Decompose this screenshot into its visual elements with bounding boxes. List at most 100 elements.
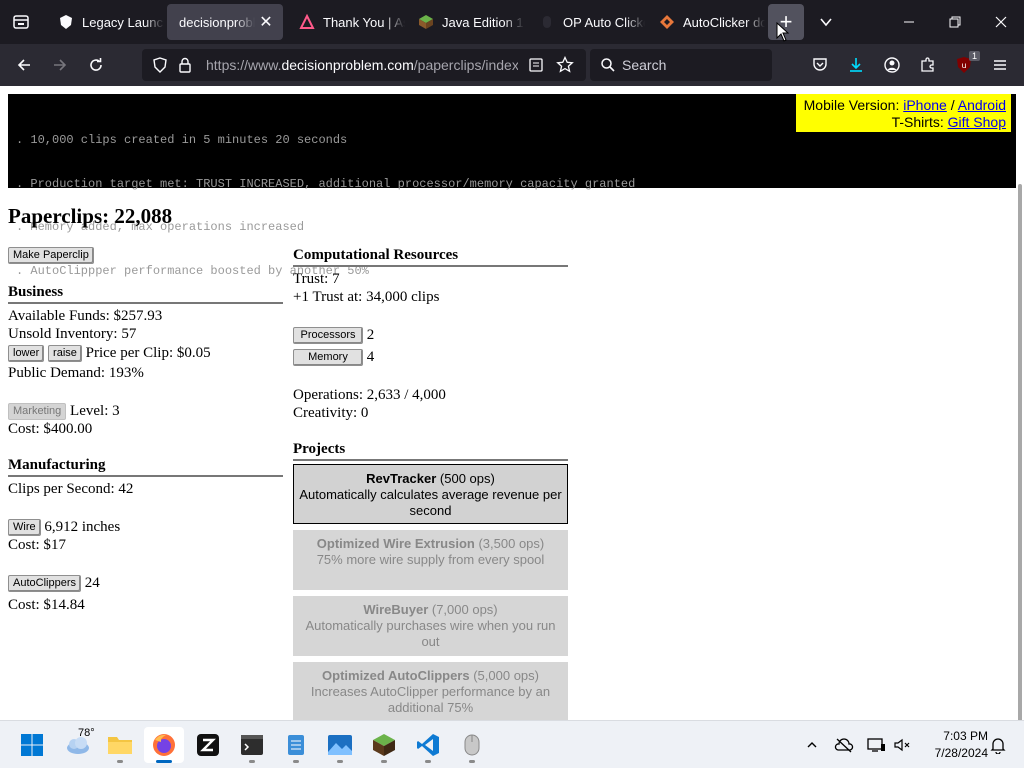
raise-price-button[interactable]: raise bbox=[48, 345, 82, 363]
console-line: . Production target met: TRUST INCREASED… bbox=[16, 176, 636, 191]
notepad-icon bbox=[288, 735, 304, 755]
project-optimized-autoclippers[interactable]: Optimized AutoClippers (5,000 ops) Incre… bbox=[293, 662, 568, 720]
page-scrollbar[interactable] bbox=[1018, 184, 1022, 720]
manufacturing-heading: Manufacturing bbox=[8, 456, 283, 477]
lock-icon[interactable] bbox=[178, 57, 192, 73]
tracking-protection-shield-icon[interactable] bbox=[152, 57, 168, 73]
clock[interactable]: 7:03 PM 7/28/2024 bbox=[918, 728, 988, 762]
autoclicker-taskbar-button[interactable] bbox=[452, 727, 492, 763]
android-link[interactable]: Android bbox=[958, 97, 1006, 113]
project-cost: (5,000 ops) bbox=[473, 668, 539, 683]
iphone-link[interactable]: iPhone bbox=[903, 97, 947, 113]
clock-time: 7:03 PM bbox=[943, 729, 988, 743]
firefox-view-icon[interactable] bbox=[0, 0, 42, 44]
back-button[interactable] bbox=[8, 49, 40, 81]
price-label: Price per Clip: $ bbox=[85, 345, 185, 361]
lower-price-button[interactable]: lower bbox=[8, 345, 45, 363]
project-name: RevTracker bbox=[366, 471, 437, 486]
weather-widget[interactable]: 78° bbox=[56, 727, 100, 763]
minimize-button[interactable] bbox=[886, 0, 932, 44]
project-name: WireBuyer bbox=[363, 602, 429, 617]
autoclippers-count: 24 bbox=[84, 575, 100, 591]
creativity-value: 0 bbox=[360, 405, 369, 421]
address-bar[interactable]: https://www.decisionproblem.com/papercli… bbox=[142, 49, 586, 81]
minecraft-icon bbox=[418, 14, 434, 30]
cloud-offline-icon bbox=[834, 738, 854, 753]
zed-taskbar-button[interactable] bbox=[188, 727, 228, 763]
notepad-taskbar-button[interactable] bbox=[276, 727, 316, 763]
minecraft-launcher-icon bbox=[373, 734, 395, 756]
mouse-cursor-icon bbox=[776, 22, 790, 42]
forward-button[interactable] bbox=[44, 49, 76, 81]
cps-label: Clips per Second: bbox=[8, 481, 115, 497]
project-revtracker[interactable]: RevTracker (500 ops) Automatically calcu… bbox=[293, 464, 568, 524]
project-name: Optimized Wire Extrusion bbox=[316, 536, 475, 551]
console-log: . 10,000 clips created in 5 minutes 20 s… bbox=[8, 94, 1016, 321]
downloads-button[interactable] bbox=[840, 49, 872, 81]
creativity-label: Creativity: bbox=[293, 405, 358, 421]
autoclippers-button[interactable]: AutoClippers bbox=[8, 575, 81, 593]
windows-logo-icon bbox=[21, 734, 43, 756]
project-optimized-wire-extrusion[interactable]: Optimized Wire Extrusion (3,500 ops) 75%… bbox=[293, 530, 568, 590]
photos-taskbar-button[interactable] bbox=[320, 727, 360, 763]
close-icon bbox=[995, 16, 1007, 28]
close-tab-icon[interactable]: ✕ bbox=[257, 13, 275, 31]
tab-op-auto-clicker[interactable]: OP Auto Clicker bbox=[527, 4, 645, 40]
processors-button[interactable]: Processors bbox=[293, 327, 363, 345]
list-all-tabs-button[interactable] bbox=[810, 4, 842, 40]
onedrive-button[interactable] bbox=[832, 733, 856, 757]
make-paperclip-button[interactable]: Make Paperclip bbox=[8, 247, 94, 265]
search-bar[interactable]: Search bbox=[590, 49, 772, 81]
start-button[interactable] bbox=[12, 727, 52, 763]
close-window-button[interactable] bbox=[978, 0, 1024, 44]
next-trust-label: +1 Trust at: bbox=[293, 289, 363, 305]
project-wirebuyer[interactable]: WireBuyer (7,000 ops) Automatically purc… bbox=[293, 596, 568, 656]
file-explorer-button[interactable] bbox=[100, 727, 140, 763]
demand-label: Public Demand: bbox=[8, 365, 106, 381]
volume-button[interactable] bbox=[890, 733, 914, 757]
operations-value: 2,633 / 4,000 bbox=[366, 387, 446, 403]
app-menu-button[interactable] bbox=[984, 49, 1016, 81]
ublock-button[interactable]: u 1 bbox=[948, 49, 980, 81]
tab-legacy-launcher[interactable]: Legacy Launcher bbox=[46, 4, 164, 40]
inventory-label: Unsold Inventory: bbox=[8, 326, 118, 342]
download-icon bbox=[850, 58, 862, 72]
wire-cost-label: Cost: $ bbox=[8, 537, 51, 553]
gift-shop-link[interactable]: Gift Shop bbox=[948, 114, 1006, 130]
tshirts-label: T-Shirts: bbox=[891, 114, 944, 130]
arrow-right-icon bbox=[54, 59, 67, 71]
tab-decisionproblem[interactable]: decisionproblem.com ✕ bbox=[167, 4, 283, 40]
terminal-taskbar-button[interactable] bbox=[232, 727, 272, 763]
tab-autoclicker-download[interactable]: AutoClicker download bbox=[647, 4, 765, 40]
network-button[interactable] bbox=[864, 733, 888, 757]
z-app-icon bbox=[197, 734, 219, 756]
tab-java-edition[interactable]: Java Edition 1.20 bbox=[406, 4, 524, 40]
extensions-button[interactable] bbox=[912, 49, 944, 81]
notifications-button[interactable] bbox=[986, 733, 1010, 757]
minimize-icon bbox=[904, 21, 914, 23]
account-button[interactable] bbox=[876, 49, 908, 81]
marketing-button[interactable]: Marketing bbox=[8, 403, 67, 421]
bookmark-star-icon[interactable] bbox=[556, 56, 574, 74]
restore-icon bbox=[949, 16, 961, 28]
funds-value: 257.93 bbox=[121, 308, 163, 324]
reader-view-icon[interactable] bbox=[528, 57, 544, 73]
memory-button[interactable]: Memory bbox=[293, 349, 363, 367]
reload-button[interactable] bbox=[80, 49, 112, 81]
firefox-icon bbox=[153, 734, 175, 756]
operations-label: Operations: bbox=[293, 387, 363, 403]
svg-text:u: u bbox=[961, 61, 966, 70]
restore-button[interactable] bbox=[932, 0, 978, 44]
show-hidden-icons-button[interactable] bbox=[800, 733, 824, 757]
price-value: 0.05 bbox=[184, 345, 211, 361]
photos-icon bbox=[328, 735, 352, 755]
arrow-left-icon bbox=[17, 59, 30, 71]
trust-label: Trust: bbox=[293, 271, 329, 287]
firefox-taskbar-button[interactable] bbox=[144, 727, 184, 763]
vscode-taskbar-button[interactable] bbox=[408, 727, 448, 763]
tab-aseprite[interactable]: Thank You | Aseprite bbox=[287, 4, 405, 40]
minecraft-taskbar-button[interactable] bbox=[364, 727, 404, 763]
tab-strip: Legacy Launcher decisionproblem.com ✕ Th… bbox=[0, 0, 1024, 44]
pocket-button[interactable] bbox=[804, 49, 836, 81]
buy-wire-button[interactable]: Wire bbox=[8, 519, 41, 537]
